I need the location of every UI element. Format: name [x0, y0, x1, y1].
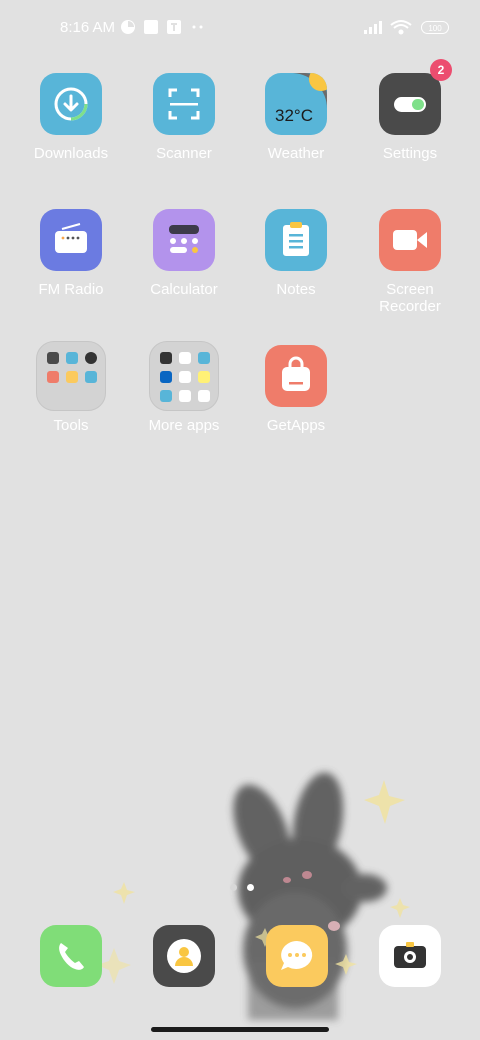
app-getapps[interactable]: GetApps [240, 345, 352, 434]
wifi-icon [390, 20, 412, 35]
star-icon [335, 954, 357, 975]
settings-icon: 2 [379, 59, 452, 135]
app-weather[interactable]: 32°C Weather [240, 73, 352, 162]
app-label: Calculator [150, 281, 218, 298]
star-icon [364, 780, 405, 824]
radio-icon [40, 209, 102, 271]
status-bar: 8:16 AM 100 [0, 0, 480, 56]
more-dots-icon [192, 25, 203, 29]
battery-icon: 100 [421, 21, 449, 34]
phone-icon [59, 943, 84, 970]
app-label: Screen Recorder [379, 281, 441, 315]
notification-badge: 2 [430, 59, 452, 81]
folder-icon [149, 341, 219, 411]
folder-more-apps[interactable]: More apps [128, 341, 240, 434]
app-screen-recorder[interactable]: Screen Recorder [354, 209, 466, 315]
weather-icon: 32°C [265, 73, 327, 135]
app-label: Tools [53, 417, 89, 434]
app-label: More apps [148, 417, 220, 434]
shopping-bag-icon [265, 345, 327, 407]
signal-icon [364, 21, 382, 34]
page-dot[interactable] [230, 884, 237, 891]
app-label: FM Radio [38, 281, 104, 298]
calculator-icon [153, 209, 215, 271]
app-label: Notes [276, 281, 316, 298]
scanner-icon [153, 73, 215, 135]
home-indicator[interactable] [151, 1027, 329, 1032]
pie-icon [121, 20, 135, 34]
dock-contacts[interactable] [153, 925, 215, 987]
app-calculator[interactable]: Calculator [128, 209, 240, 298]
app-label: GetApps [266, 417, 326, 434]
video-camera-icon [379, 209, 441, 271]
app-label: Scanner [156, 145, 212, 162]
app-notes[interactable]: Notes [240, 209, 352, 298]
app-label: Settings [382, 145, 438, 162]
status-time: 8:16 AM [60, 19, 116, 36]
app-scanner[interactable]: Scanner [128, 73, 240, 162]
app-downloads[interactable]: Downloads [15, 73, 127, 162]
star-icon [97, 948, 131, 984]
dock-messages[interactable] [266, 925, 328, 987]
app-label: Downloads [33, 145, 109, 162]
star-icon [113, 882, 135, 904]
folder-tools[interactable]: Tools [15, 341, 127, 434]
app-fm-radio[interactable]: FM Radio [15, 209, 127, 298]
dock-camera[interactable] [379, 925, 441, 987]
star-icon [390, 898, 410, 918]
page-dot-active[interactable] [247, 884, 255, 891]
folder-icon [36, 341, 106, 411]
square-icon [144, 20, 158, 34]
message-icon [281, 941, 313, 970]
page-indicator [230, 878, 260, 896]
notification-icon [167, 20, 181, 34]
app-label: Weather [267, 145, 325, 162]
downloads-icon [40, 73, 102, 135]
app-settings[interactable]: 2 Settings [354, 59, 466, 162]
contacts-icon [167, 939, 201, 973]
notes-icon [265, 209, 327, 271]
camera-icon [394, 942, 426, 968]
weather-temp: 32°C [275, 106, 313, 125]
dock-phone[interactable] [40, 925, 102, 987]
